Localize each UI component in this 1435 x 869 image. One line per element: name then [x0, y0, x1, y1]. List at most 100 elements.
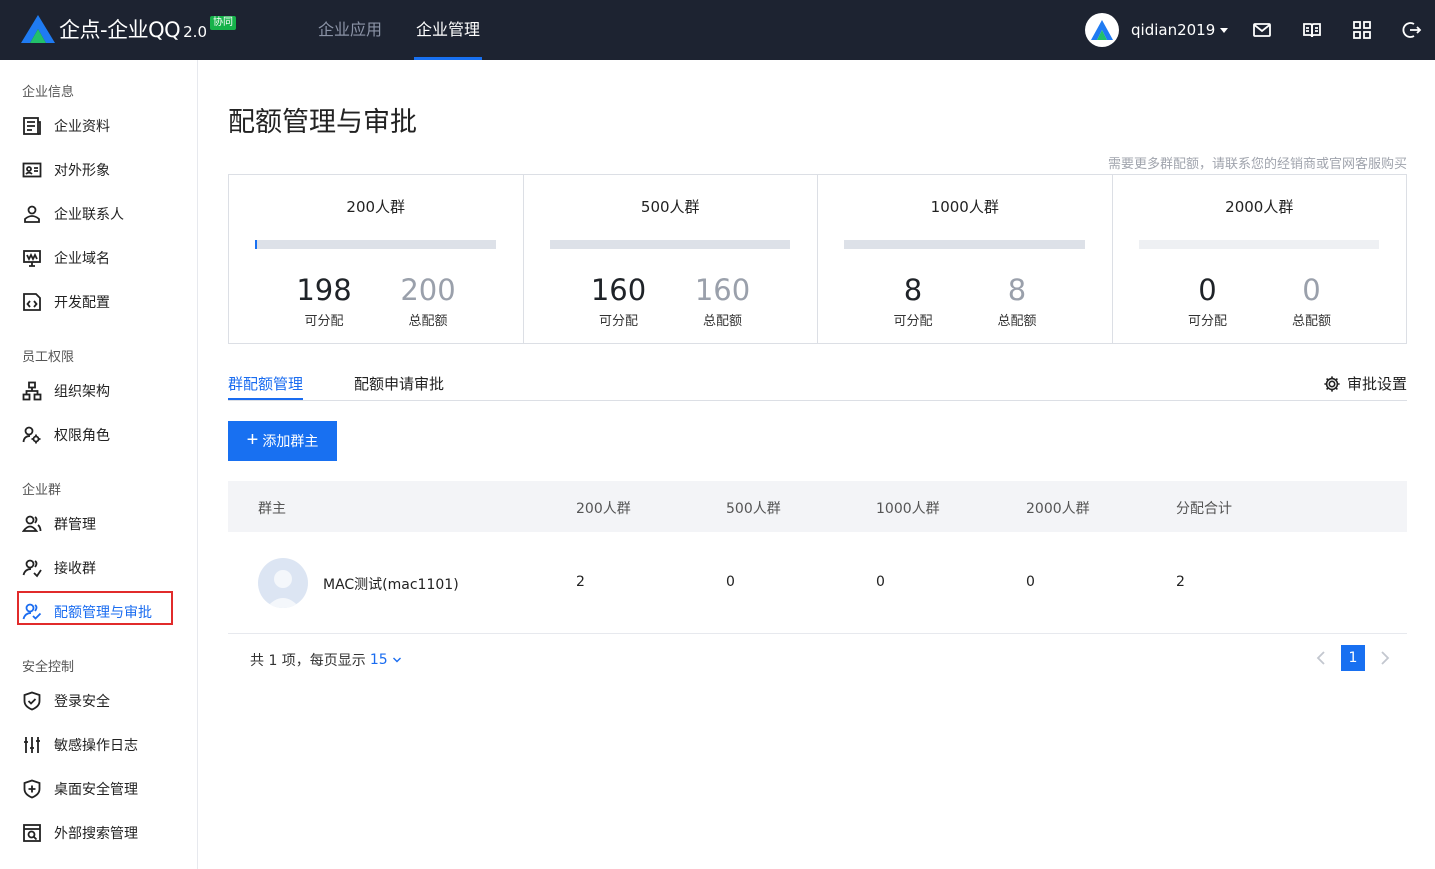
sidebar-item-enterprise-contact[interactable]: 企业联系人 [22, 202, 124, 226]
tab-group-quota[interactable]: 群配额管理 [228, 373, 304, 400]
next-page-button[interactable] [1375, 648, 1395, 668]
code-icon [22, 292, 42, 312]
nav-enterprise-apps[interactable]: 企业应用 [318, 0, 382, 60]
pagination-summary: 共 1 项，每页显示 [250, 653, 366, 669]
sidebar-item-sensitive-log[interactable]: 敏感操作日志 [22, 733, 138, 757]
sidebar-item-group-management[interactable]: 群管理 [22, 512, 96, 536]
sidebar-item-label: 接收群 [54, 561, 96, 577]
highlight-box [17, 591, 173, 625]
total-label: 总配额 [1291, 314, 1331, 329]
sidebar-item-label: 群管理 [54, 517, 96, 533]
top-bar: 企点-企业QQ 2.0 协同 企业应用 企业管理 qidian2019 [0, 0, 1435, 60]
cell-2000: 0 [1026, 574, 1035, 590]
logo-icon [21, 15, 55, 43]
total-count: 0 [1302, 273, 1321, 307]
gear-icon [1324, 375, 1340, 392]
sidebar-item-external-search[interactable]: 外部搜索管理 [22, 821, 138, 845]
profile-icon [22, 116, 42, 136]
sidebar-item-quota-approval[interactable]: 配额管理与审批 [17, 591, 173, 625]
shield-plus-icon [22, 779, 42, 799]
sidebar-item-label: 敏感操作日志 [54, 738, 138, 754]
sidebar: 企业信息 企业资料 对外形象 企业联系人 企业域名 开发配置 员工权限 组织架构… [0, 60, 198, 869]
tab-quota-approval[interactable]: 配额申请审批 [354, 373, 444, 394]
cell-500: 0 [726, 574, 735, 590]
top-nav: 企业应用 企业管理 [318, 0, 514, 60]
mail-icon[interactable] [1252, 20, 1272, 40]
apps-icon[interactable] [1352, 20, 1372, 40]
add-button-label: 添加群主 [262, 433, 319, 449]
total-count: 160 [694, 273, 751, 307]
available-label: 可分配 [304, 314, 344, 329]
available-label: 可分配 [893, 314, 933, 329]
chevron-left-icon [1316, 651, 1325, 665]
quota-card-200: 200人群 198 可分配 200 总配额 [229, 175, 524, 343]
user-menu[interactable]: qidian2019 [1085, 13, 1229, 47]
sidebar-item-enterprise-profile[interactable]: 企业资料 [22, 114, 110, 138]
sidebar-group-staff-permissions: 员工权限 [22, 350, 75, 365]
available-count: 0 [1198, 273, 1217, 307]
available-count: 8 [903, 273, 923, 307]
role-icon [22, 425, 42, 445]
caret-down-icon [1220, 27, 1229, 33]
sidebar-item-permission-roles[interactable]: 权限角色 [22, 423, 110, 447]
logo-version: 2.0 [183, 23, 207, 41]
total-label: 总配额 [997, 314, 1037, 329]
total-count: 200 [400, 273, 456, 307]
column-header: 群主 [258, 501, 286, 517]
quota-card-title: 2000人群 [1225, 198, 1294, 216]
page-size-value: 15 [369, 652, 388, 668]
quota-card-title: 1000人群 [930, 198, 999, 216]
sidebar-item-label: 开发配置 [54, 295, 110, 311]
available-count: 198 [296, 273, 352, 307]
pagination-info: 共 1 项，每页显示 15 [250, 650, 402, 670]
page-number-current[interactable]: 1 [1341, 645, 1365, 671]
plus-icon: + [246, 428, 259, 451]
column-header: 500人群 [726, 501, 781, 517]
total-count: 8 [1007, 273, 1027, 307]
cell-sum: 2 [1176, 574, 1185, 590]
logo[interactable]: 企点-企业QQ 2.0 协同 [20, 14, 236, 44]
org-chart-icon [22, 381, 42, 401]
logout-icon[interactable] [1402, 20, 1422, 40]
sidebar-item-org-structure[interactable]: 组织架构 [22, 379, 110, 403]
nav-enterprise-management[interactable]: 企业管理 [414, 0, 483, 60]
quota-card-title: 500人群 [640, 198, 700, 216]
domain-icon [22, 248, 42, 268]
avatar [258, 558, 308, 608]
sidebar-group-enterprise-groups: 企业群 [22, 483, 62, 498]
approval-settings-label: 审批设置 [1346, 375, 1407, 393]
sliders-icon [22, 735, 42, 755]
prev-page-button[interactable] [1311, 648, 1331, 668]
quota-hint: 需要更多群配额，请联系您的经销商或官网客服购买 [1107, 157, 1407, 172]
sidebar-item-label: 外部搜索管理 [54, 826, 138, 842]
sidebar-item-enterprise-domain[interactable]: 企业域名 [22, 246, 110, 270]
sidebar-item-login-security[interactable]: 登录安全 [22, 689, 110, 713]
table-row[interactable]: MAC测试(mac1101) 2 0 0 0 2 [228, 532, 1407, 634]
cell-1000: 0 [876, 574, 885, 590]
quota-table: 群主 200人群 500人群 1000人群 2000人群 分配合计 MAC测试(… [228, 481, 1407, 634]
quota-progress-fill [255, 240, 258, 249]
total-label: 总配额 [702, 314, 742, 329]
available-label: 可分配 [598, 314, 638, 329]
table-header: 群主 200人群 500人群 1000人群 2000人群 分配合计 [228, 481, 1407, 532]
add-group-owner-button[interactable]: + 添加群主 [228, 421, 337, 461]
page-size-select[interactable]: 15 [370, 652, 402, 668]
available-count: 160 [590, 273, 647, 307]
avatar [1085, 13, 1119, 47]
column-header: 分配合计 [1176, 501, 1232, 517]
quota-card-2000: 2000人群 0 可分配 0 总配额 [1113, 175, 1407, 343]
username: qidian2019 [1131, 21, 1216, 39]
owner-name: MAC测试(mac1101) [323, 577, 459, 593]
sidebar-item-external-image[interactable]: 对外形象 [22, 158, 110, 182]
sidebar-item-label: 企业联系人 [54, 207, 124, 223]
total-label: 总配额 [408, 314, 448, 329]
quota-card-1000: 1000人群 8 可分配 8 总配额 [818, 175, 1113, 343]
sidebar-item-receive-groups[interactable]: 接收群 [22, 556, 96, 580]
group-icon [22, 514, 42, 534]
approval-settings-button[interactable]: 审批设置 [1323, 373, 1407, 394]
sidebar-item-label: 企业资料 [54, 119, 110, 135]
sidebar-item-desktop-security[interactable]: 桌面安全管理 [22, 777, 138, 801]
logo-text: 企点-企业QQ [59, 18, 181, 42]
book-icon[interactable] [1302, 20, 1322, 40]
sidebar-item-dev-config[interactable]: 开发配置 [22, 290, 110, 314]
